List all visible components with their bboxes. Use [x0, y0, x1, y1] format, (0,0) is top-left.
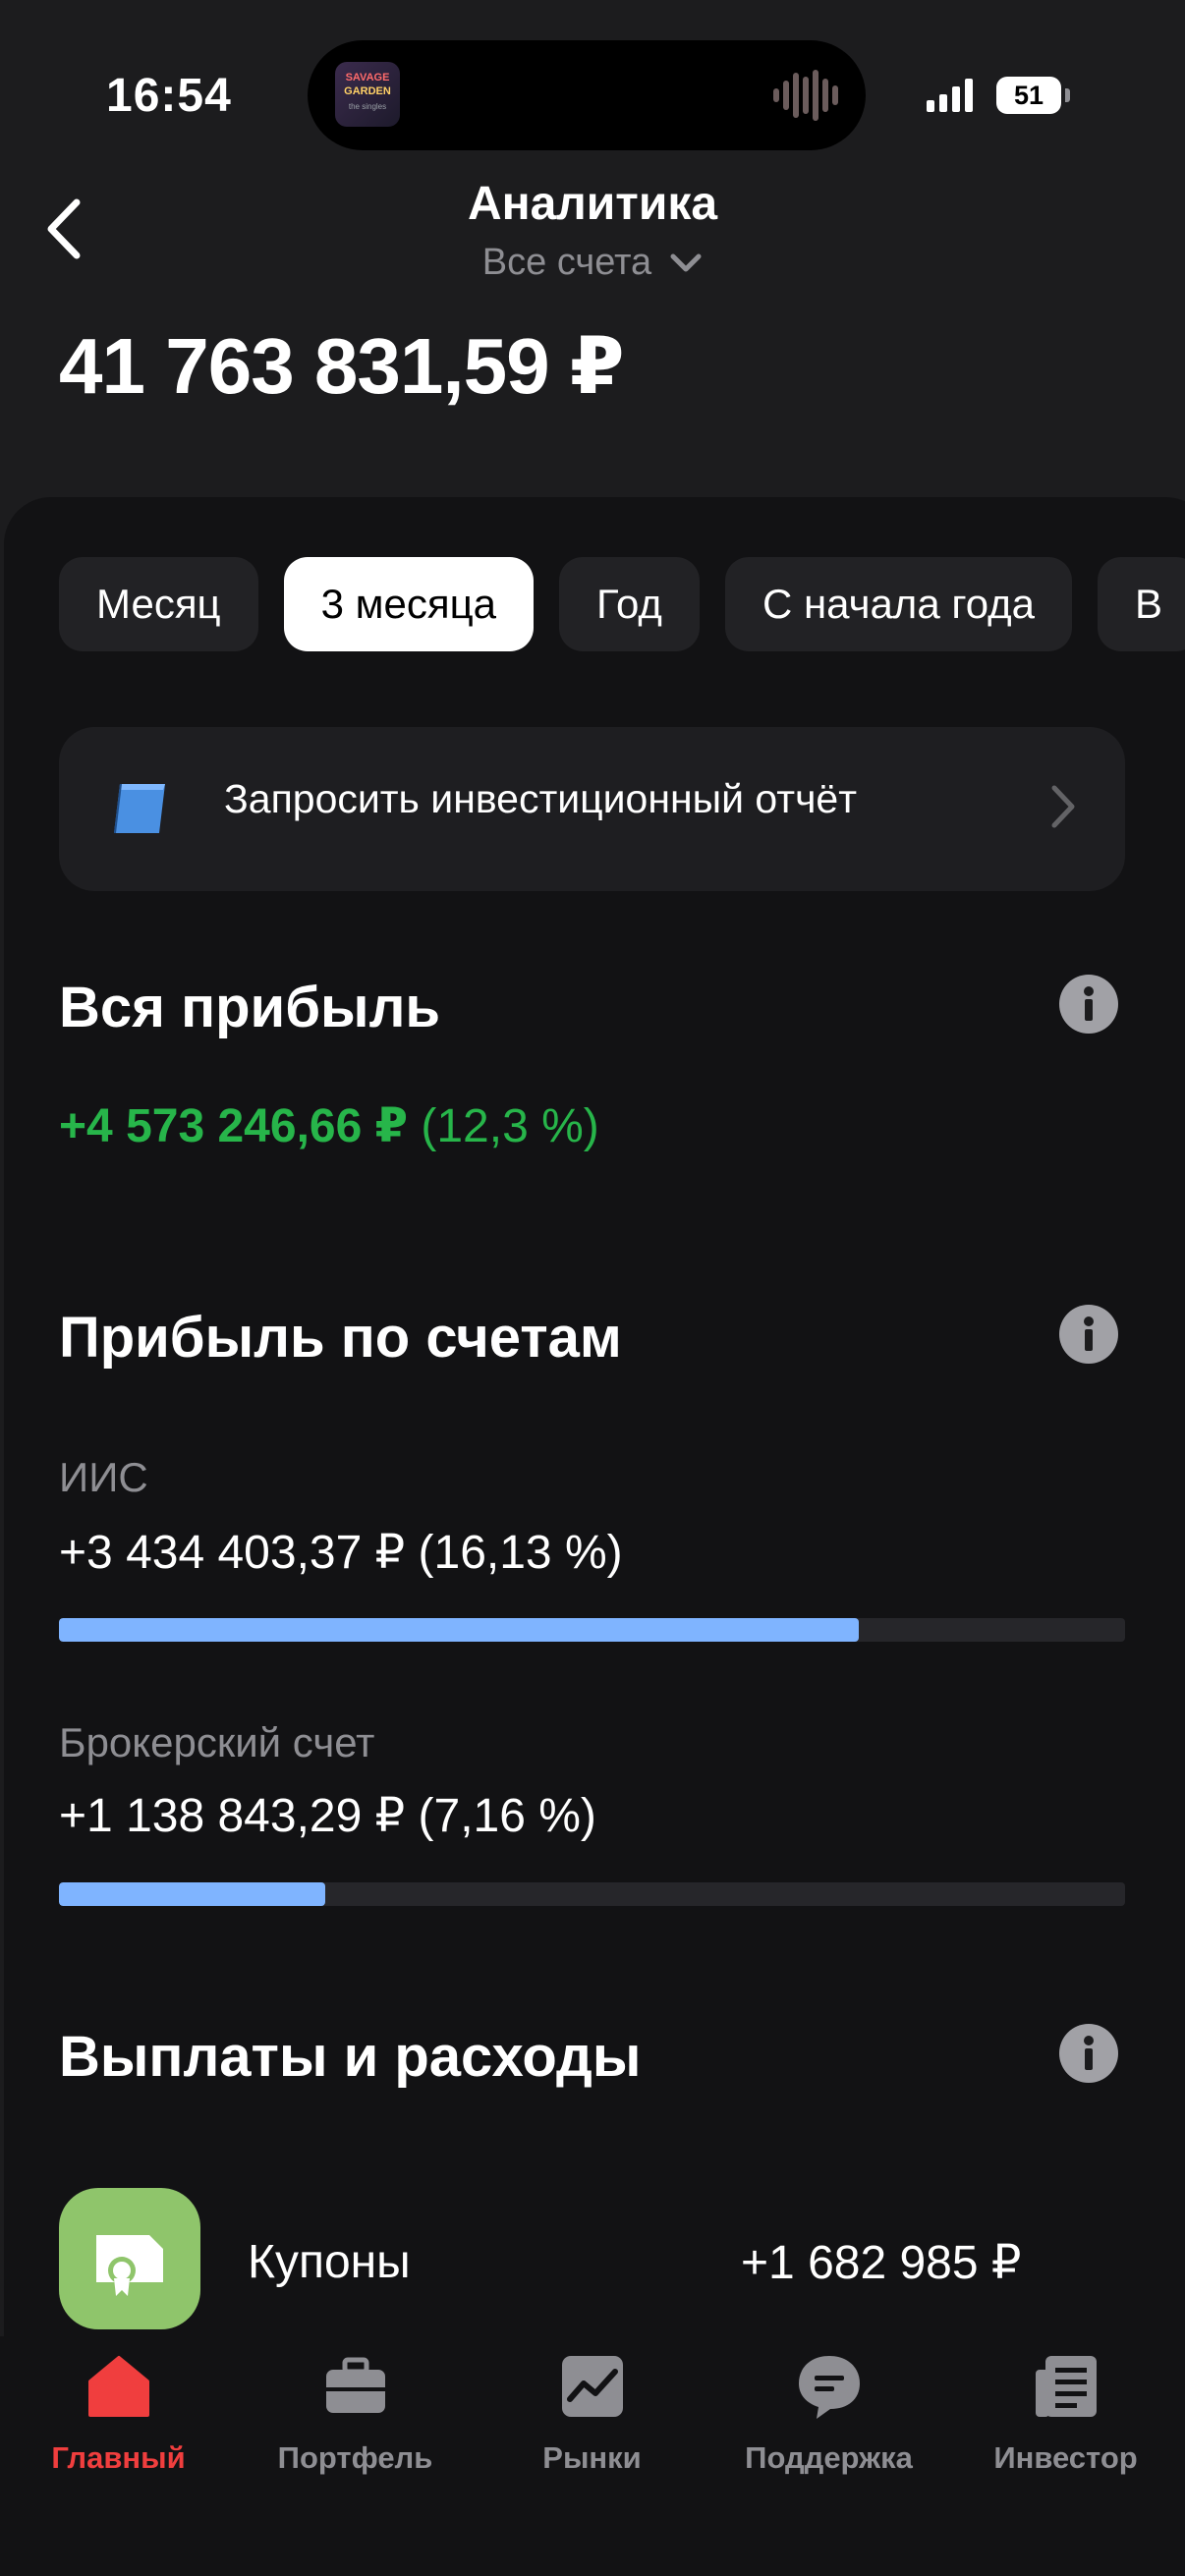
nav-home-label: Главный — [51, 2440, 186, 2475]
account-selector[interactable]: Все счета — [0, 242, 1185, 284]
news-icon — [1036, 2356, 1097, 2417]
total-profit-percent: (12,3 %) — [421, 1100, 599, 1152]
request-report-label: Запросить инвестиционный отчёт — [224, 776, 858, 821]
nav-markets-label: Рынки — [542, 2440, 642, 2475]
account-share-bar — [59, 1618, 1125, 1642]
account-share-fill — [59, 1618, 859, 1642]
cellular-signal-icon — [927, 79, 973, 112]
nav-markets[interactable]: Рынки — [474, 2336, 710, 2576]
chevron-right-icon — [1051, 785, 1075, 828]
total-balance: 41 763 831,59 ₽ — [59, 322, 624, 410]
info-icon[interactable] — [1059, 1305, 1118, 1364]
bottom-navigation: Главный Портфель Рынки Поддержка Инвесто… — [0, 2336, 1185, 2576]
payout-amount: +1 682 985 ₽ — [741, 2237, 1022, 2289]
audio-waveform-icon — [773, 70, 838, 121]
account-share-bar — [59, 1882, 1125, 1906]
nav-investor[interactable]: Инвестор — [947, 2336, 1184, 2576]
status-time: 16:54 — [106, 70, 232, 122]
nav-support[interactable]: Поддержка — [710, 2336, 947, 2576]
info-icon[interactable] — [1059, 975, 1118, 1034]
tab-month[interactable]: Месяц — [59, 557, 258, 651]
tab-year-to-date[interactable]: С начала года — [724, 557, 1073, 651]
chat-icon — [799, 2356, 860, 2419]
request-report-button[interactable]: Запросить инвестиционный отчёт — [59, 727, 1125, 891]
page-title: Аналитика — [467, 178, 718, 230]
nav-portfolio-label: Портфель — [277, 2440, 433, 2475]
home-icon — [88, 2356, 149, 2417]
artwork-line-1: SAVAGE — [345, 72, 390, 84]
battery-tip — [1065, 88, 1070, 102]
account-share-fill — [59, 1882, 326, 1906]
account-name: Брокерский счет — [59, 1719, 375, 1765]
total-profit-heading: Вся прибыль — [59, 976, 441, 1039]
nav-investor-label: Инвестор — [993, 2440, 1138, 2475]
account-name: ИИС — [59, 1454, 148, 1500]
tab-all-time[interactable]: В — [1098, 557, 1185, 651]
payout-label: Купоны — [248, 2236, 411, 2288]
tab-year[interactable]: Год — [559, 557, 700, 651]
briefcase-icon — [326, 2357, 385, 2413]
now-playing-artwork: SAVAGE GARDEN the singles — [335, 62, 400, 127]
period-tabs: Месяц 3 месяца Год С начала года В — [59, 557, 1185, 651]
dynamic-island[interactable]: SAVAGE GARDEN the singles — [308, 40, 866, 150]
total-profit-value: +4 573 246,66 ₽ (12,3 %) — [59, 1098, 599, 1153]
artwork-line-3: the singles — [348, 102, 387, 111]
account-selector-label: Все счета — [481, 242, 652, 283]
info-icon[interactable] — [1059, 2024, 1118, 2083]
coupon-icon — [59, 2188, 200, 2329]
chevron-down-icon — [670, 253, 702, 271]
artwork-line-2: GARDEN — [344, 85, 391, 97]
account-profit: +3 434 403,37 ₽ (16,13 %) — [59, 1527, 623, 1579]
nav-support-label: Поддержка — [745, 2440, 913, 2475]
battery-icon: 51 — [996, 77, 1061, 114]
tab-3-months[interactable]: 3 месяца — [283, 557, 535, 651]
book-icon — [114, 784, 165, 833]
accounts-profit-heading: Прибыль по счетам — [59, 1306, 622, 1370]
total-profit-amount: +4 573 246,66 ₽ — [59, 1100, 409, 1152]
nav-portfolio[interactable]: Портфель — [237, 2336, 474, 2576]
nav-home[interactable]: Главный — [0, 2336, 237, 2576]
account-profit: +1 138 843,29 ₽ (7,16 %) — [59, 1790, 596, 1842]
payouts-heading: Выплаты и расходы — [59, 2025, 642, 2089]
chart-icon — [562, 2356, 623, 2417]
